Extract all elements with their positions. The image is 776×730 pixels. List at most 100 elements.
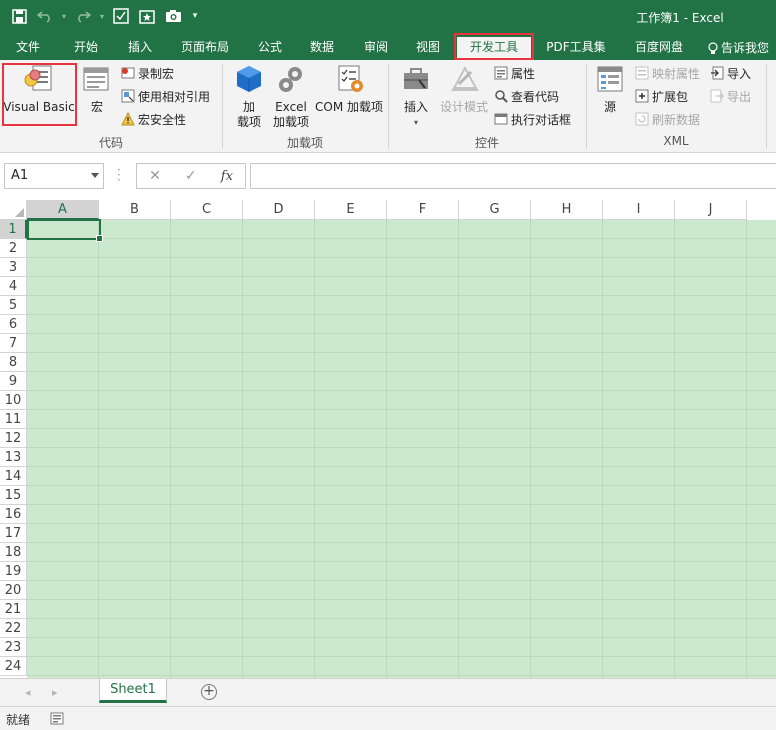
redo-button[interactable] (72, 6, 94, 26)
group-label-addins: 加载项 (286, 136, 323, 150)
tab-pdf-tools[interactable]: PDF工具集 (540, 37, 612, 60)
tell-me-search[interactable]: 告诉我您 (708, 37, 776, 60)
macros-button[interactable]: 宏 (80, 64, 114, 126)
row-header-21[interactable]: 21 (0, 600, 27, 619)
row-header-10[interactable]: 10 (0, 391, 27, 410)
tab-page-layout[interactable]: 页面布局 (174, 37, 236, 60)
form-button[interactable] (110, 6, 132, 26)
customize-qat-button[interactable]: ▾ (188, 6, 202, 26)
row-header-19[interactable]: 19 (0, 562, 27, 581)
column-header-a[interactable]: A (27, 200, 99, 220)
relative-references-button[interactable]: 使用相对引用 (121, 86, 210, 106)
vertical-dots-icon[interactable]: · · · (117, 164, 121, 186)
row-header-4[interactable]: 4 (0, 277, 27, 296)
design-mode-button[interactable]: 设计模式 (438, 64, 490, 126)
macro-security-button[interactable]: 宏安全性 (121, 109, 186, 129)
sheet-tab-sheet1[interactable]: Sheet1 (99, 679, 167, 703)
column-header-i[interactable]: I (603, 200, 675, 220)
com-addins-button[interactable]: COM 加载项 (313, 64, 385, 126)
name-box[interactable]: A1 (4, 163, 104, 189)
star-folder-icon (139, 9, 155, 24)
com-addins-icon (338, 65, 363, 92)
confirm-entry-button[interactable]: ✓ (185, 168, 197, 184)
cell-grid[interactable] (27, 220, 776, 678)
expansion-packs-button[interactable]: 扩展包 (635, 86, 688, 106)
view-code-button[interactable]: 查看代码 (494, 86, 559, 106)
tab-review[interactable]: 审阅 (356, 37, 396, 60)
status-ready: 就绪 (6, 713, 31, 727)
insert-controls-button[interactable]: 插入 ▾ (396, 64, 436, 132)
row-header-2[interactable]: 2 (0, 239, 27, 258)
insert-controls-label: 插入 (403, 100, 428, 114)
excel-addins-button[interactable]: Excel 加载项 (270, 64, 312, 134)
row-header-17[interactable]: 17 (0, 524, 27, 543)
insert-function-button[interactable]: fx (221, 169, 233, 184)
macro-recording-icon[interactable] (50, 712, 64, 725)
tab-data[interactable]: 数据 (302, 37, 342, 60)
column-header-h[interactable]: H (531, 200, 603, 220)
design-mode-label: 设计模式 (439, 100, 488, 114)
row-header-14[interactable]: 14 (0, 467, 27, 486)
xml-source-button[interactable]: 源 (592, 64, 628, 126)
row-header-16[interactable]: 16 (0, 505, 27, 524)
column-header-g[interactable]: G (459, 200, 531, 220)
row-header-22[interactable]: 22 (0, 619, 27, 638)
addins-button[interactable]: 加 载项 (230, 64, 268, 134)
properties-button[interactable]: 属性 (494, 63, 535, 83)
column-header-c[interactable]: C (171, 200, 243, 220)
redo-dropdown[interactable]: ▾ (98, 6, 106, 26)
chevron-down-icon[interactable] (91, 173, 99, 178)
run-dialog-button[interactable]: 执行对话框 (494, 109, 571, 129)
row-header-20[interactable]: 20 (0, 581, 27, 600)
column-header-e[interactable]: E (315, 200, 387, 220)
column-header-f[interactable]: F (387, 200, 459, 220)
row-header-13[interactable]: 13 (0, 448, 27, 467)
refresh-data-button[interactable]: 刷新数据 (635, 109, 700, 129)
tab-view[interactable]: 视图 (408, 37, 448, 60)
row-header-23[interactable]: 23 (0, 638, 27, 657)
row-header-7[interactable]: 7 (0, 334, 27, 353)
camera-button[interactable] (162, 6, 184, 26)
tab-file[interactable]: 文件 (6, 37, 50, 60)
cancel-entry-button[interactable]: ✕ (149, 168, 161, 184)
tab-baidu-netdisk[interactable]: 百度网盘 (626, 37, 692, 60)
select-all-button[interactable] (0, 200, 27, 220)
row-header-9[interactable]: 9 (0, 372, 27, 391)
column-header-d[interactable]: D (243, 200, 315, 220)
ribbon: Visual Basic 宏 录制宏 使用相对引用 宏安全性 代码 加 载项 E… (0, 60, 776, 153)
row-header-8[interactable]: 8 (0, 353, 27, 372)
row-header-24[interactable]: 24 (0, 657, 27, 676)
properties-icon (494, 66, 508, 80)
row-header-18[interactable]: 18 (0, 543, 27, 562)
toolbox-icon (404, 68, 428, 89)
scroll-sheets-right-icon[interactable]: ▸ (52, 686, 58, 699)
row-header-3[interactable]: 3 (0, 258, 27, 277)
row-header-5[interactable]: 5 (0, 296, 27, 315)
active-cell-a1[interactable] (27, 219, 103, 242)
row-header-6[interactable]: 6 (0, 315, 27, 334)
redo-icon (78, 11, 91, 23)
row-header-1[interactable]: 1 (0, 220, 27, 239)
macros-icon (83, 67, 109, 91)
tab-insert[interactable]: 插入 (118, 37, 162, 60)
tab-home[interactable]: 开始 (64, 37, 108, 60)
add-sheet-button[interactable]: + (201, 684, 217, 700)
row-header-11[interactable]: 11 (0, 410, 27, 429)
map-properties-button[interactable]: 映射属性 (635, 63, 700, 83)
undo-button[interactable] (34, 6, 56, 26)
formula-input[interactable] (250, 163, 776, 189)
column-header-j[interactable]: J (675, 200, 747, 220)
xml-export-button[interactable]: 导出 (710, 86, 751, 106)
xml-import-button[interactable]: 导入 (710, 63, 751, 83)
undo-dropdown[interactable]: ▾ (60, 6, 68, 26)
row-header-12[interactable]: 12 (0, 429, 27, 448)
scroll-sheets-left-icon[interactable]: ◂ (25, 686, 31, 699)
favorites-button[interactable] (136, 6, 158, 26)
save-button[interactable] (8, 6, 30, 26)
record-macro-button[interactable]: 录制宏 (121, 63, 174, 83)
xml-source-label: 源 (603, 100, 616, 114)
row-header-15[interactable]: 15 (0, 486, 27, 505)
tab-formulas[interactable]: 公式 (250, 37, 290, 60)
column-header-b[interactable]: B (99, 200, 171, 220)
group-label-xml: XML (663, 134, 689, 148)
